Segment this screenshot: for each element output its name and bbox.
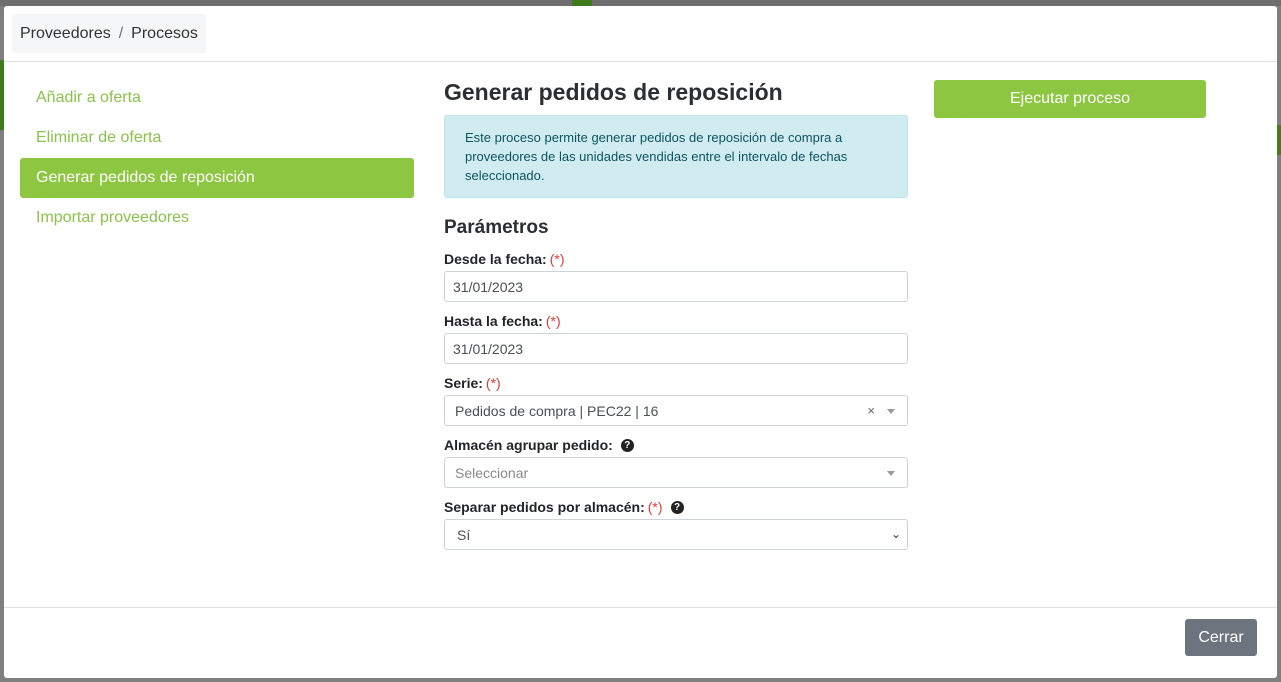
caret-down-icon[interactable] — [887, 409, 895, 414]
breadcrumb: Proveedores / Procesos — [12, 14, 206, 53]
hasta-label-text: Hasta la fecha: — [444, 313, 543, 329]
desde-date-value: 31/01/2023 — [453, 278, 524, 295]
required-mark: (*) — [647, 499, 663, 515]
clear-icon[interactable]: × — [867, 403, 875, 418]
breadcrumb-item-procesos: Procesos — [131, 24, 198, 42]
serie-label-text: Serie: — [444, 375, 483, 391]
serie-selected-value: Pedidos de compra | PEC22 | 16 — [455, 402, 659, 419]
required-mark: (*) — [545, 313, 561, 329]
serie-label: Serie: (*) — [444, 374, 908, 392]
process-item-eliminar-oferta[interactable]: Eliminar de oferta — [20, 118, 414, 158]
close-button[interactable]: Cerrar — [1185, 619, 1257, 656]
serie-select[interactable]: Pedidos de compra | PEC22 | 16 × — [444, 395, 908, 426]
required-mark: (*) — [549, 251, 565, 267]
process-item-importar-proveedores[interactable]: Importar proveedores — [20, 198, 414, 238]
background-right-strip — [1277, 125, 1281, 155]
separar-select[interactable]: Sí ⌄ — [444, 519, 908, 550]
desde-label: Desde la fecha: (*) — [444, 250, 908, 268]
hasta-date-input[interactable]: 31/01/2023 — [444, 333, 908, 364]
question-circle-icon[interactable]: ? — [620, 438, 634, 452]
page-title: Generar pedidos de reposición — [444, 79, 783, 105]
hasta-label: Hasta la fecha: (*) — [444, 312, 908, 330]
process-item-generar-pedidos[interactable]: Generar pedidos de reposición — [20, 158, 414, 198]
separar-label-text: Separar pedidos por almacén: — [444, 499, 645, 515]
process-item-anadir-oferta[interactable]: Añadir a oferta — [20, 78, 414, 118]
modal-header: Proveedores / Procesos — [4, 6, 1277, 62]
almacen-select[interactable]: Seleccionar — [444, 457, 908, 488]
separar-label: Separar pedidos por almacén: (*) ? — [444, 498, 908, 516]
info-alert: Este proceso permite generar pedidos de … — [444, 115, 908, 198]
process-form: Generar pedidos de reposición Este proce… — [444, 78, 908, 550]
required-mark: (*) — [485, 375, 501, 391]
caret-down-icon[interactable] — [887, 471, 895, 476]
almacen-label-text: Almacén agrupar pedido: — [444, 437, 613, 453]
chevron-down-icon[interactable]: ⌄ — [891, 527, 901, 541]
params-heading: Parámetros — [444, 217, 549, 238]
footer-divider — [4, 607, 1277, 608]
desde-date-input[interactable]: 31/01/2023 — [444, 271, 908, 302]
breadcrumb-item-proveedores[interactable]: Proveedores — [20, 25, 111, 43]
question-circle-icon[interactable]: ? — [670, 500, 684, 514]
run-process-button[interactable]: Ejecutar proceso — [934, 80, 1206, 118]
almacen-label: Almacén agrupar pedido: ? — [444, 436, 908, 454]
almacen-placeholder: Seleccionar — [455, 464, 529, 481]
process-list: Añadir a oferta Eliminar de oferta Gener… — [20, 78, 414, 238]
hasta-date-value: 31/01/2023 — [453, 340, 524, 357]
desde-label-text: Desde la fecha: — [444, 251, 547, 267]
separar-selected-value: Sí — [457, 526, 471, 543]
breadcrumb-separator: / — [118, 24, 124, 42]
